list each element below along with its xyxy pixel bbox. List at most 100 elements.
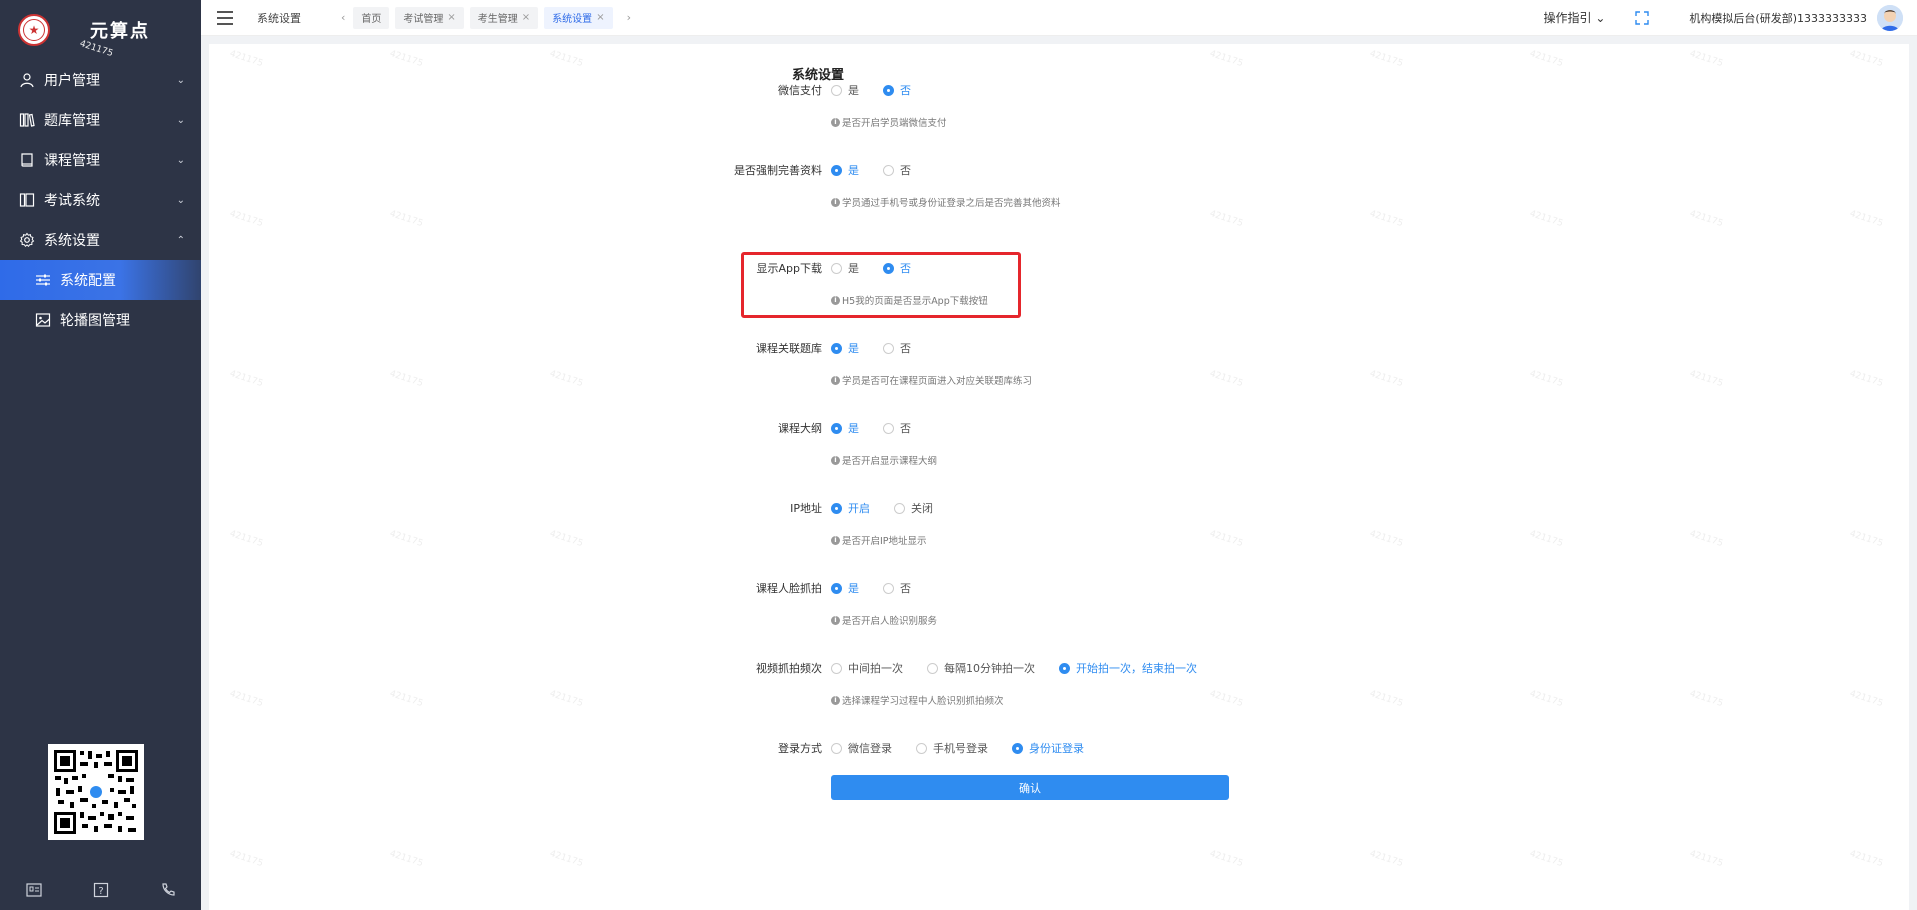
field-hint: i 是否开启显示课程大纲 bbox=[831, 453, 937, 467]
field-label: IP地址 bbox=[790, 502, 822, 515]
radio-group: 是 否 bbox=[831, 82, 935, 98]
radio-option-no[interactable]: 否 bbox=[883, 82, 911, 98]
radio-option-disable[interactable]: 关闭 bbox=[894, 500, 933, 516]
radio-dot bbox=[831, 742, 842, 754]
watermark: 421175 bbox=[1848, 208, 1885, 230]
chevron-right-icon[interactable]: › bbox=[627, 11, 631, 24]
radio-dot bbox=[883, 422, 894, 434]
sidebar-item-label: 用户管理 bbox=[44, 73, 100, 89]
watermark: 421175 bbox=[1848, 528, 1885, 550]
watermark: 421175 bbox=[388, 688, 425, 710]
user-name[interactable]: 机构模拟后台(研发部)1333333333 bbox=[1689, 10, 1867, 26]
page-title: 系统设置 bbox=[791, 68, 844, 83]
sidebar-subitem-label: 系统配置 bbox=[60, 273, 116, 289]
radio-option-yes[interactable]: 是 bbox=[831, 162, 859, 178]
radio-option-middle[interactable]: 中间拍一次 bbox=[831, 660, 903, 676]
radio-option-yes[interactable]: 是 bbox=[831, 340, 859, 356]
radio-option-no[interactable]: 否 bbox=[883, 162, 911, 178]
tab-exam-management[interactable]: 考试管理 × bbox=[395, 6, 464, 29]
sidebar-subitem-carousel[interactable]: 轮播图管理 bbox=[0, 300, 201, 340]
watermark: 421175 bbox=[1688, 368, 1725, 390]
radio-label: 否 bbox=[900, 422, 911, 435]
id-card-icon[interactable] bbox=[25, 881, 43, 899]
help-icon[interactable]: ? bbox=[92, 881, 110, 899]
radio-dot bbox=[883, 84, 894, 96]
info-icon: i bbox=[831, 375, 840, 385]
radio-group: 是 否 bbox=[831, 162, 935, 178]
radio-option-yes[interactable]: 是 bbox=[831, 82, 859, 98]
watermark: 421175 bbox=[548, 368, 585, 390]
radio-option-yes[interactable]: 是 bbox=[831, 580, 859, 596]
field-label: 课程人脸抓拍 bbox=[756, 582, 822, 595]
menu-toggle-icon[interactable] bbox=[217, 10, 233, 25]
chevron-left-icon[interactable]: ‹ bbox=[341, 11, 345, 24]
radio-label: 否 bbox=[900, 164, 911, 177]
radio-option-no[interactable]: 否 bbox=[883, 340, 911, 356]
watermark: 421175 bbox=[1688, 528, 1725, 550]
tab-system-settings[interactable]: 系统设置 × bbox=[544, 6, 613, 29]
watermark: 421175 bbox=[228, 528, 265, 550]
library-icon bbox=[18, 111, 36, 129]
sidebar-subitem-system-config[interactable]: 系统配置 bbox=[0, 260, 201, 300]
radio-dot bbox=[831, 502, 842, 514]
radio-option-every-10-min[interactable]: 每隔10分钟拍一次 bbox=[927, 660, 1035, 676]
hint-text: 是否开启人脸识别服务 bbox=[842, 616, 938, 627]
radio-option-id-card-login[interactable]: 身份证登录 bbox=[1012, 740, 1084, 756]
fullscreen-icon[interactable] bbox=[1635, 10, 1650, 25]
watermark: 421175 bbox=[388, 208, 425, 230]
radio-group: 开启 关闭 bbox=[831, 500, 957, 516]
radio-label: 是 bbox=[848, 84, 859, 97]
radio-option-wechat-login[interactable]: 微信登录 bbox=[831, 740, 892, 756]
close-icon[interactable]: × bbox=[447, 12, 455, 23]
close-icon[interactable]: × bbox=[596, 12, 604, 23]
phone-icon[interactable] bbox=[159, 881, 177, 899]
watermark: 421175 bbox=[1688, 48, 1725, 70]
watermark: 421175 bbox=[1688, 208, 1725, 230]
field-hint: i 是否开启人脸识别服务 bbox=[831, 613, 937, 627]
sidebar-item-label: 系统设置 bbox=[44, 233, 100, 249]
chevron-down-icon: ⌄ bbox=[176, 74, 185, 86]
watermark: 421175 bbox=[1848, 848, 1885, 870]
hint-text: 学员通过手机号或身份证登录之后是否完善其他资料 bbox=[842, 198, 1061, 209]
watermark: 421175 bbox=[1528, 48, 1565, 70]
sidebar-item-question-bank[interactable]: 题库管理 ⌄ bbox=[0, 100, 201, 140]
sidebar: ★ 元算点 用户管理 ⌄ 题库管理 ⌄ 课程管理 ⌄ 考试系统 ⌄ 系统设置 ⌃… bbox=[0, 0, 201, 910]
sidebar-item-course-management[interactable]: 课程管理 ⌄ bbox=[0, 140, 201, 180]
guide-dropdown[interactable]: 操作指引 ⌄ bbox=[1544, 9, 1606, 26]
image-icon bbox=[34, 311, 52, 329]
radio-option-enable[interactable]: 开启 bbox=[831, 500, 870, 516]
radio-label: 否 bbox=[900, 342, 911, 355]
radio-option-start-end[interactable]: 开始拍一次，结束拍一次 bbox=[1059, 660, 1197, 676]
chevron-down-icon: ⌄ bbox=[176, 194, 185, 206]
avatar[interactable] bbox=[1877, 4, 1903, 31]
chevron-down-icon: ⌄ bbox=[176, 114, 185, 126]
watermark: 421175 bbox=[388, 848, 425, 870]
radio-label: 身份证登录 bbox=[1029, 742, 1084, 755]
tab-examinee-management[interactable]: 考生管理 × bbox=[469, 6, 539, 29]
radio-option-phone-login[interactable]: 手机号登录 bbox=[916, 740, 988, 756]
radio-option-yes[interactable]: 是 bbox=[831, 420, 859, 436]
info-icon: i bbox=[831, 615, 840, 625]
sidebar-item-system-settings[interactable]: 系统设置 ⌃ bbox=[0, 220, 201, 260]
tab-home[interactable]: 首页 bbox=[353, 6, 390, 29]
sliders-icon bbox=[34, 271, 52, 289]
confirm-button[interactable]: 确认 bbox=[831, 775, 1229, 800]
qr-code bbox=[48, 744, 144, 840]
sidebar-item-label: 考试系统 bbox=[44, 193, 100, 209]
field-hint: i 选择课程学习过程中人脸识别抓拍频次 bbox=[831, 693, 1004, 707]
field-hint: i 是否开启学员端微信支付 bbox=[831, 115, 947, 129]
radio-option-no[interactable]: 否 bbox=[883, 580, 911, 596]
watermark: 421175 bbox=[1688, 848, 1725, 870]
sidebar-subitem-label: 轮播图管理 bbox=[60, 313, 130, 329]
radio-dot bbox=[831, 582, 842, 594]
radio-dot bbox=[1059, 662, 1070, 674]
radio-dot bbox=[927, 662, 938, 674]
radio-option-no[interactable]: 否 bbox=[883, 420, 911, 436]
hint-text: 是否开启学员端微信支付 bbox=[842, 118, 947, 129]
sidebar-item-exam-system[interactable]: 考试系统 ⌄ bbox=[0, 180, 201, 220]
close-icon[interactable]: × bbox=[522, 12, 530, 23]
watermark: 421175 bbox=[1528, 208, 1565, 230]
sidebar-item-user-management[interactable]: 用户管理 ⌄ bbox=[0, 60, 201, 100]
watermark: 421175 bbox=[1208, 368, 1245, 390]
radio-label: 是 bbox=[848, 164, 859, 177]
